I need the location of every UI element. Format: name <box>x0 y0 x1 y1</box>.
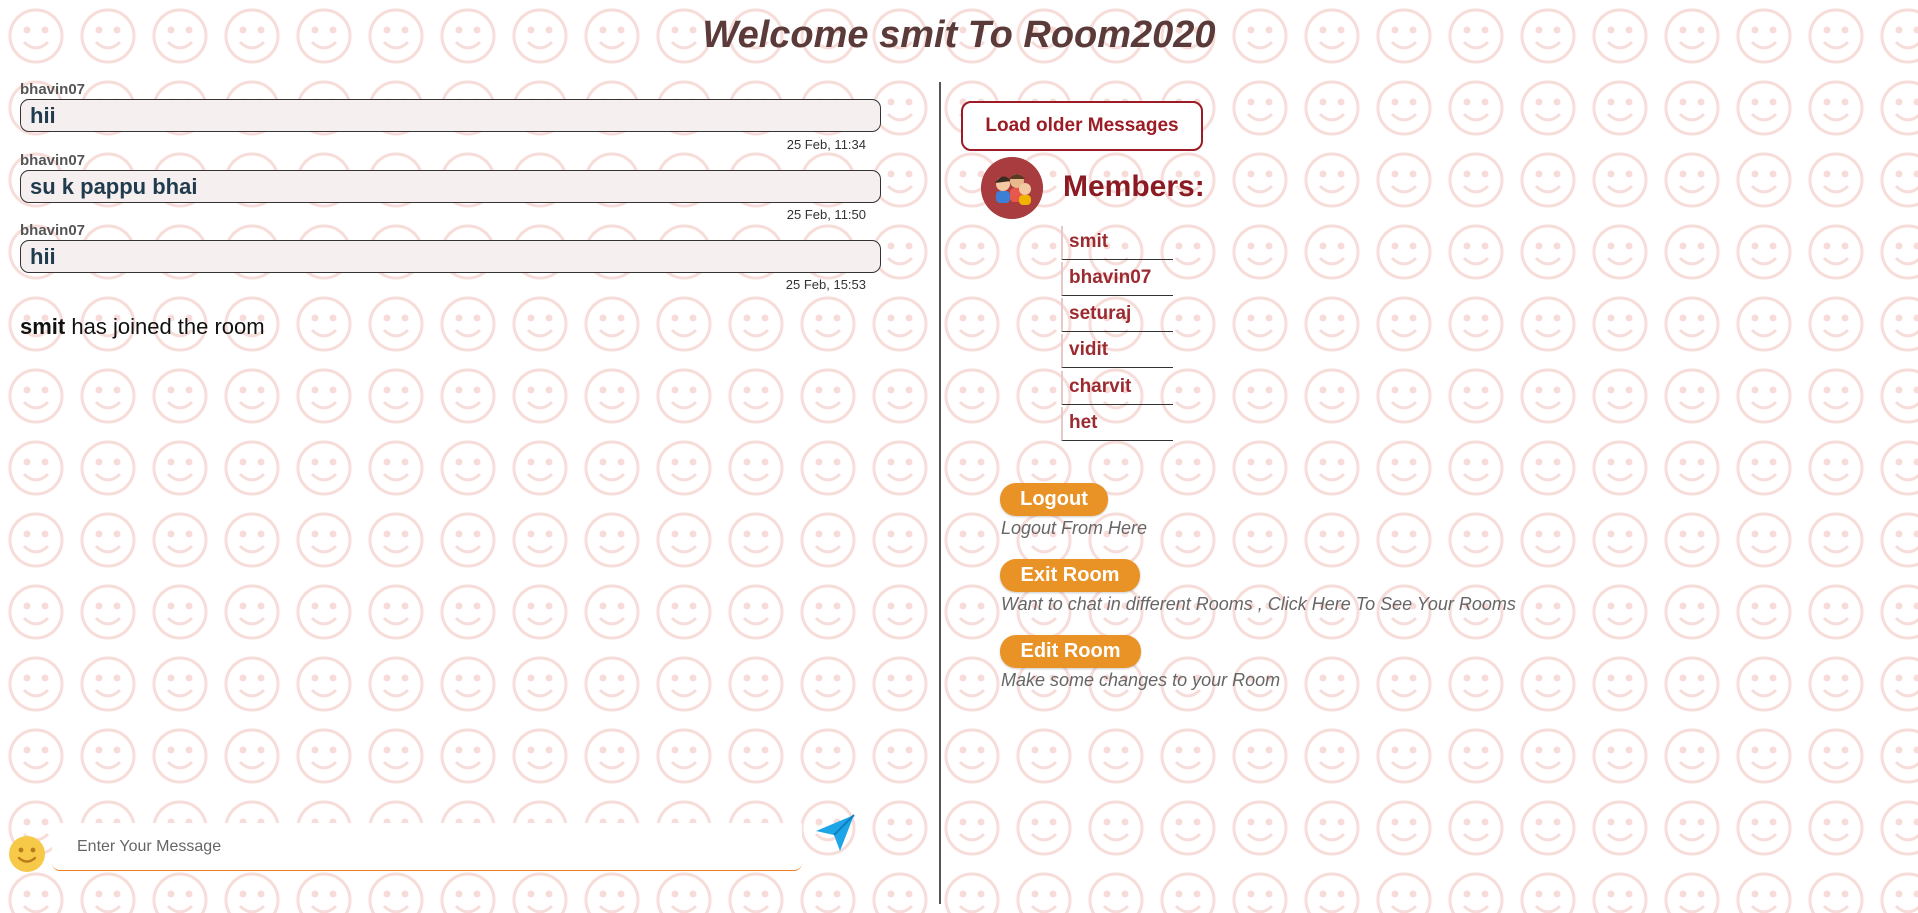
member-item[interactable]: seturaj <box>1061 298 1173 332</box>
message-sender: bhavin07 <box>20 152 86 169</box>
join-notice-text: has joined the room <box>71 314 265 339</box>
exit-room-button[interactable]: Exit Room <box>1000 559 1140 592</box>
member-item[interactable]: vidit <box>1061 334 1173 368</box>
member-item[interactable]: charvit <box>1061 371 1173 405</box>
member-item[interactable]: het <box>1061 407 1173 441</box>
message-timestamp: 25 Feb, 11:50 <box>786 207 866 222</box>
message-sender: bhavin07 <box>20 222 86 239</box>
members-heading: Members: <box>1063 170 1205 203</box>
smiley-emoji-icon[interactable] <box>8 835 46 873</box>
edit-room-button[interactable]: Edit Room <box>1000 635 1141 668</box>
edit-room-description: Make some changes to your Room <box>1001 670 1281 690</box>
load-older-messages-button[interactable]: Load older Messages <box>961 101 1203 151</box>
message-timestamp: 25 Feb, 11:34 <box>786 137 866 152</box>
group-avatar-icon <box>981 157 1043 219</box>
message-bubble: hii <box>20 99 881 132</box>
exit-room-description: Want to chat in different Rooms , Click … <box>1001 594 1516 614</box>
logout-description: Logout From Here <box>1001 518 1148 538</box>
member-item[interactable]: bhavin07 <box>1061 262 1173 296</box>
message-bubble: su k pappu bhai <box>20 170 881 203</box>
message-bubble: hii <box>20 240 881 273</box>
member-item[interactable]: smit <box>1061 226 1173 260</box>
join-notice-user: smit <box>20 314 66 339</box>
paper-plane-send-icon[interactable] <box>814 813 856 853</box>
logout-button[interactable]: Logout <box>1000 483 1108 516</box>
join-notice: smit has joined the room <box>20 314 265 340</box>
panel-divider <box>939 82 941 904</box>
message-sender: bhavin07 <box>20 81 86 98</box>
message-input[interactable] <box>52 823 802 871</box>
page-title: Welcome smit To Room2020 <box>702 14 1216 56</box>
message-timestamp: 25 Feb, 15:53 <box>785 277 866 292</box>
smiley-pattern-background <box>0 0 1918 913</box>
